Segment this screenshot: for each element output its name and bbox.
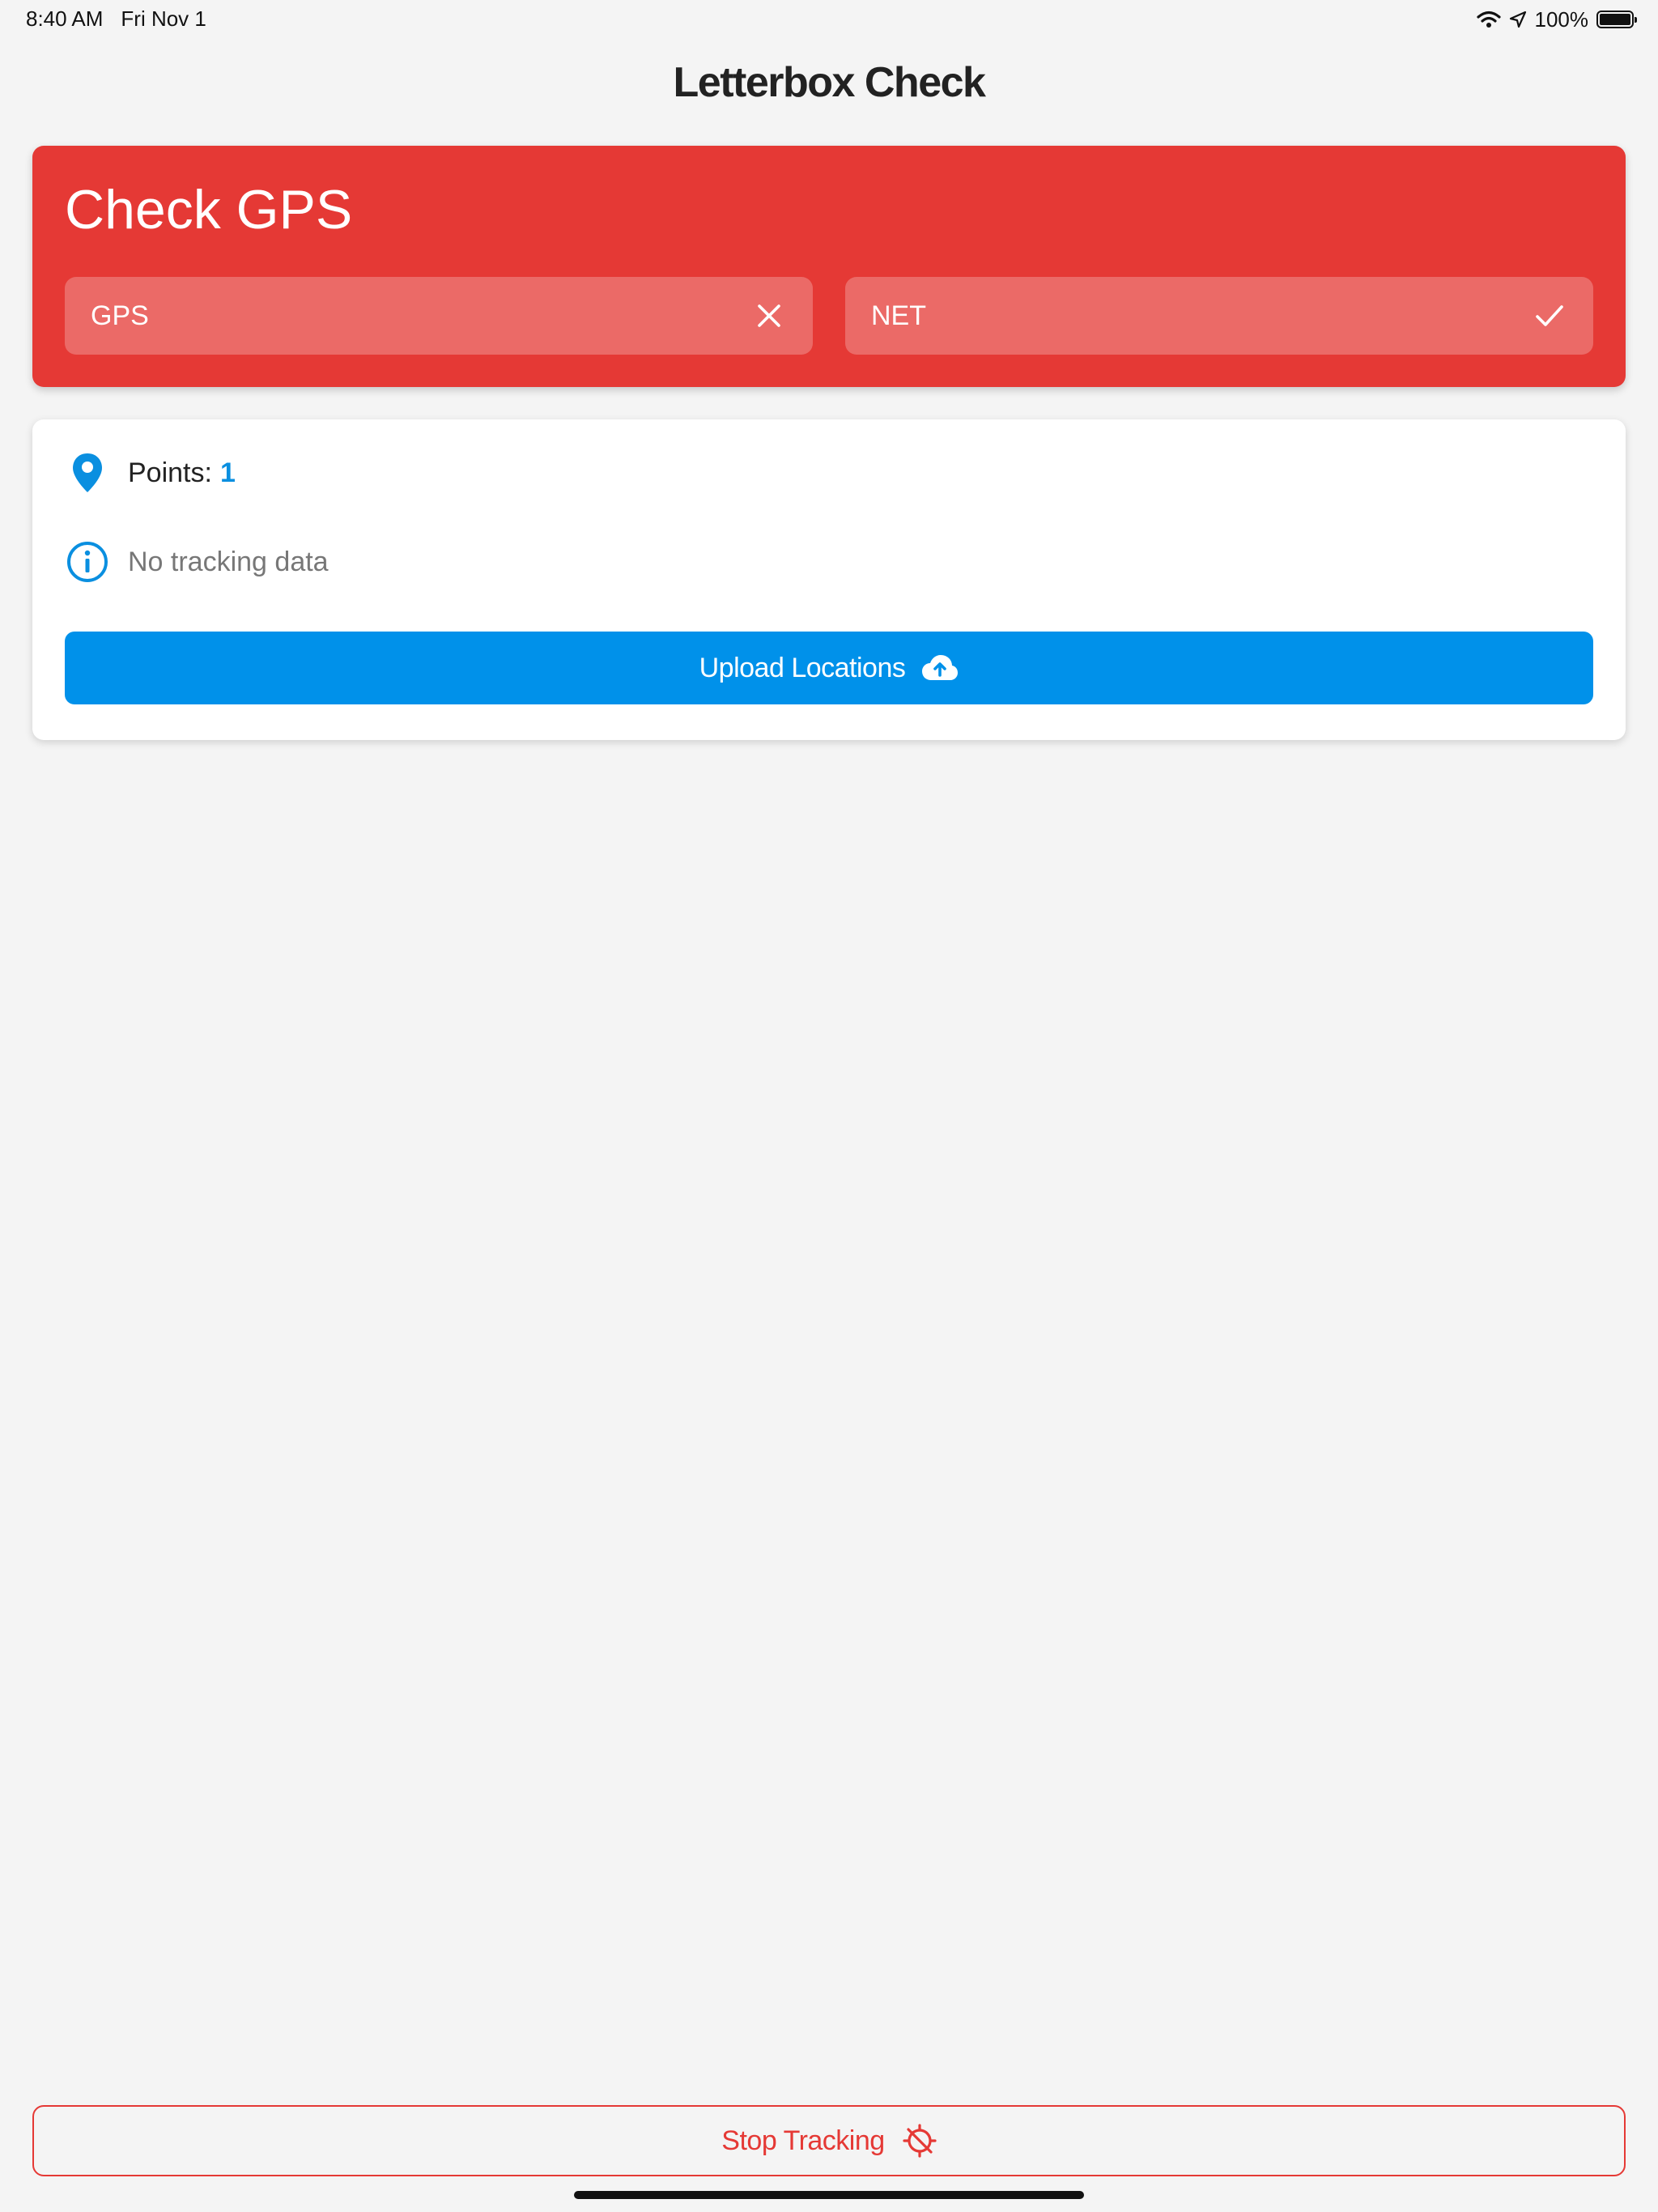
points-value: 1 — [219, 457, 236, 488]
check-icon — [1536, 305, 1563, 326]
home-indicator[interactable] — [574, 2191, 1084, 2199]
location-arrow-icon — [1509, 11, 1526, 28]
tracking-info-card: Points: 1 No tracking data Upload Locati… — [32, 419, 1626, 740]
tracking-status-text: No tracking data — [128, 546, 329, 577]
info-icon — [65, 539, 110, 585]
gps-status-pill: GPS — [65, 277, 813, 355]
net-status-pill: NET — [845, 277, 1593, 355]
battery-icon — [1596, 11, 1637, 28]
stop-tracking-button[interactable]: Stop Tracking — [32, 2105, 1626, 2176]
check-gps-card: Check GPS GPS NET — [32, 146, 1626, 387]
tracking-status-row: No tracking data — [65, 538, 329, 586]
status-bar: 8:40 AM Fri Nov 1 100% — [0, 0, 1658, 39]
stop-tracking-label: Stop Tracking — [721, 2125, 885, 2156]
net-status-label: NET — [871, 300, 926, 331]
gps-status-label: GPS — [91, 300, 149, 331]
cloud-upload-icon — [922, 655, 959, 680]
battery-percent: 100% — [1534, 6, 1589, 32]
close-icon — [758, 304, 780, 327]
upload-locations-button[interactable]: Upload Locations — [65, 632, 1593, 704]
status-right: 100% — [1476, 6, 1637, 32]
crosshair-off-icon — [903, 2124, 937, 2158]
upload-locations-label: Upload Locations — [699, 652, 906, 683]
status-left: 8:40 AM Fri Nov 1 — [26, 6, 206, 32]
page-title: Letterbox Check — [673, 59, 986, 106]
status-date: Fri Nov 1 — [121, 6, 206, 31]
battery-cap — [1635, 17, 1637, 23]
points-row: Points: 1 — [65, 449, 236, 497]
wifi-icon — [1476, 11, 1501, 28]
battery-fill — [1600, 14, 1630, 25]
check-gps-title: Check GPS — [65, 179, 353, 240]
status-time: 8:40 AM — [26, 6, 104, 31]
map-pin-icon — [65, 450, 110, 496]
points-label: Points: — [128, 457, 212, 488]
